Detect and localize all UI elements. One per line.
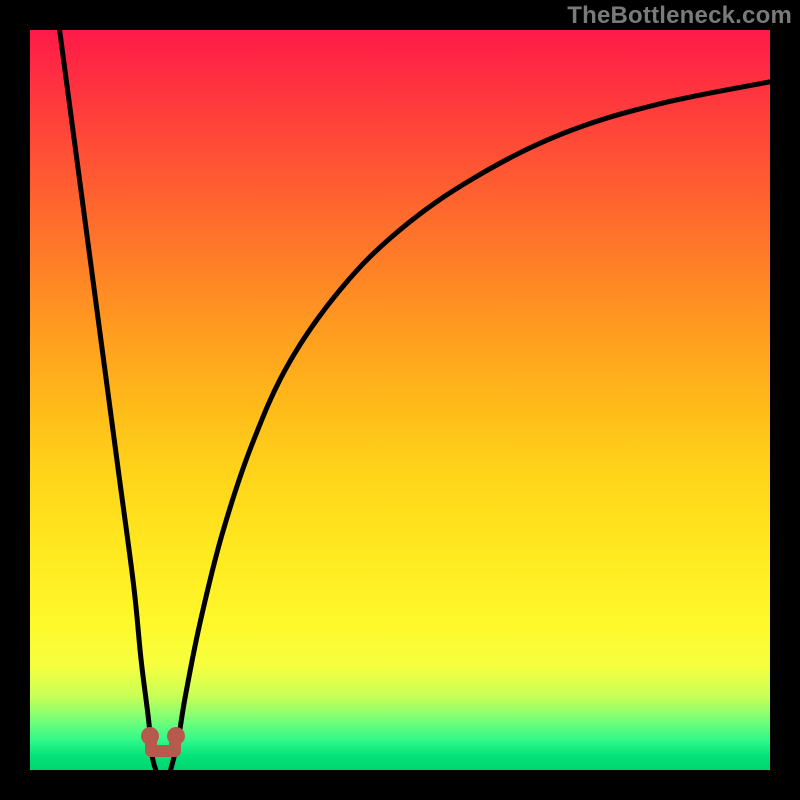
curve-right-branch <box>171 82 770 770</box>
valley-marker <box>141 727 185 757</box>
chart-frame: TheBottleneck.com <box>0 0 800 800</box>
plot-area <box>30 30 770 770</box>
curve-left-branch <box>60 30 156 770</box>
watermark-text: TheBottleneck.com <box>567 2 792 30</box>
u-shape-icon <box>141 727 185 757</box>
bottleneck-curves <box>30 30 770 770</box>
